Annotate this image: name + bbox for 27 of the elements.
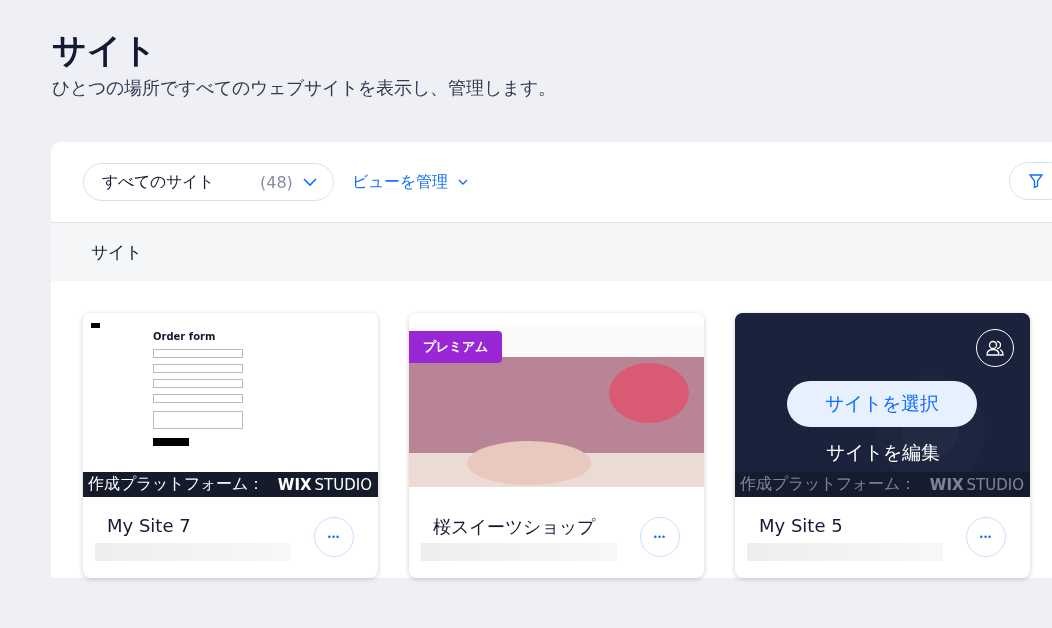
form-heading: Order form [153, 331, 216, 342]
logo-icon [91, 323, 100, 328]
more-actions-button[interactable]: ••• [966, 517, 1006, 557]
site-card[interactable]: 作成プラットフォーム： WIX STUDIO サイトを選択 サイトを編集 My Site 5 ••• [735, 313, 1030, 578]
banner-label: 作成プラットフォーム： [87, 474, 264, 495]
more-actions-button[interactable]: ••• [640, 517, 680, 557]
view-filter-dropdown[interactable]: すべてのサイト (48) [83, 163, 334, 201]
manage-views-button[interactable]: ビューを管理 [351, 171, 468, 193]
filter-icon [1028, 173, 1044, 189]
chevron-down-icon [302, 177, 317, 187]
site-name: 桜スイーツショップ [433, 515, 595, 539]
studio-logo: WIX STUDIO [929, 475, 1024, 494]
select-site-button[interactable]: サイトを選択 [787, 381, 977, 427]
site-card[interactable]: プレミアム 桜スイーツショップ ••• [409, 313, 704, 578]
page-subtitle: ひとつの場所ですべてのウェブサイトを表示し、管理します。 [52, 76, 557, 100]
banner-label: 作成プラットフォーム： [739, 474, 916, 495]
studio-logo: WIX STUDIO [277, 475, 372, 494]
site-name: My Site 7 [107, 515, 191, 536]
site-card[interactable]: Order form 作成プラットフォーム： WIX STUDIO My Site 7 ••• [83, 313, 378, 578]
premium-badge: プレミアム [409, 331, 502, 363]
page-title: サイト [52, 29, 158, 72]
filter-button[interactable] [1009, 162, 1052, 200]
more-actions-button[interactable]: ••• [314, 517, 354, 557]
chevron-down-icon [457, 178, 468, 186]
edit-site-link[interactable]: サイトを編集 [735, 439, 1030, 467]
section-header: サイト [51, 223, 1052, 281]
site-name: My Site 5 [759, 515, 843, 536]
